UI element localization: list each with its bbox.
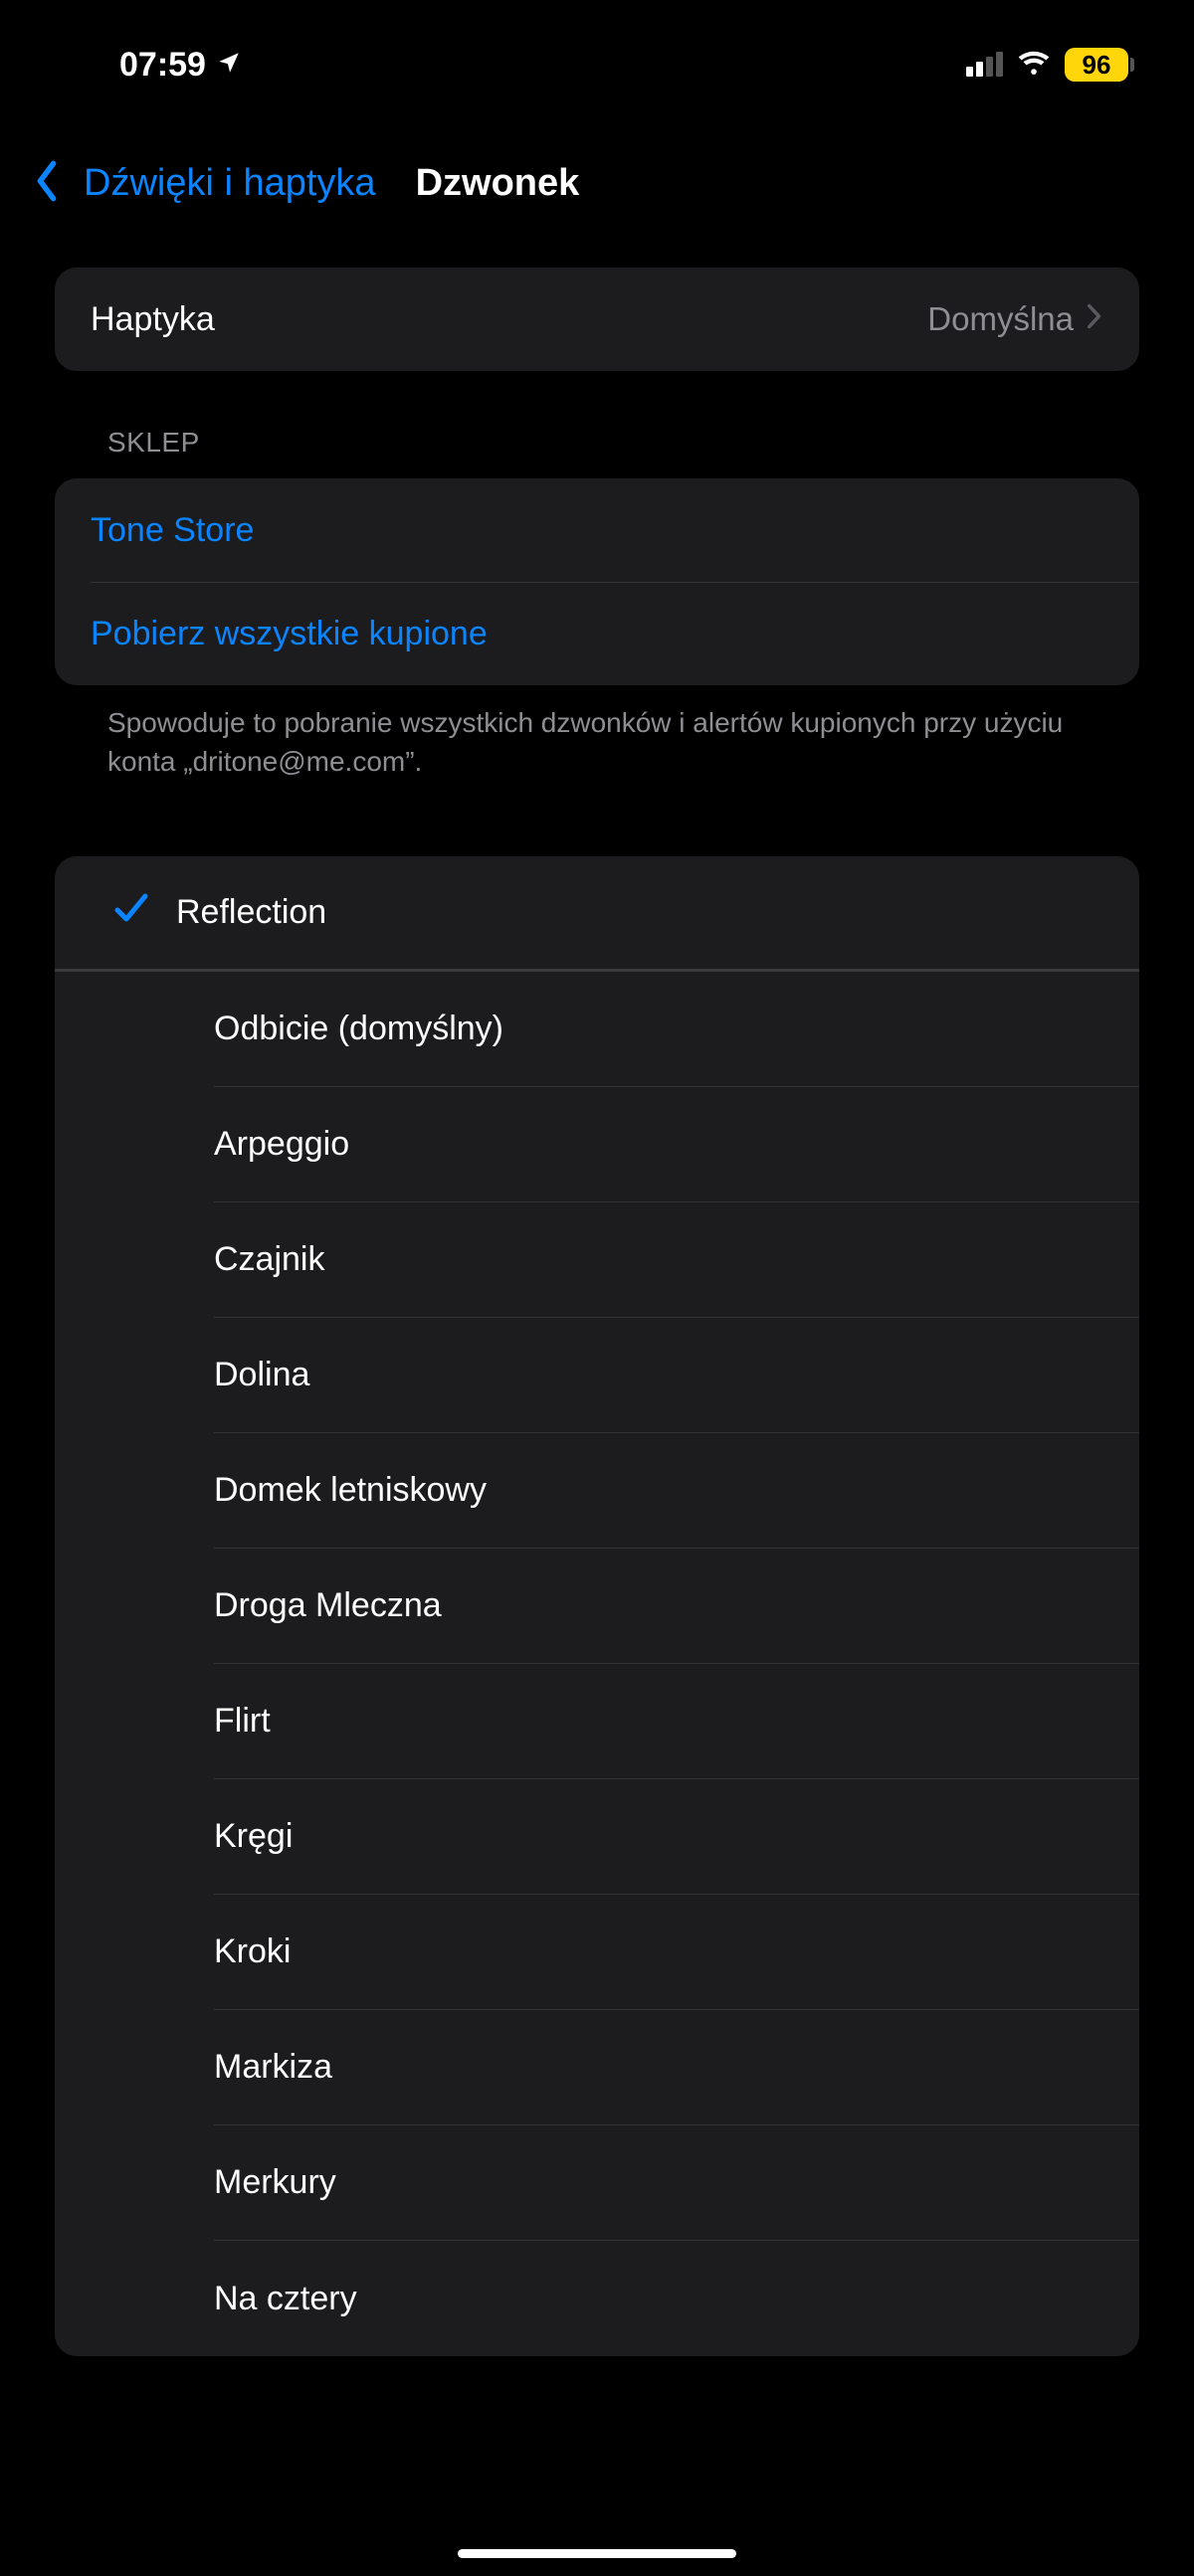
ringtone-item[interactable]: Domek letniskowy	[214, 1433, 1139, 1549]
page-title: Dzwonek	[416, 162, 580, 205]
ringtone-label: Droga Mleczna	[214, 1586, 442, 1625]
store-footer: Spowoduje to pobranie wszystkich dzwonkó…	[107, 703, 1104, 781]
ringtone-label: Merkury	[214, 2163, 336, 2202]
checkmark-icon	[111, 888, 151, 937]
ringtone-label: Na cztery	[214, 2280, 357, 2318]
ringtone-label: Kroki	[214, 1932, 291, 1971]
ringtone-item[interactable]: Flirt	[214, 1664, 1139, 1779]
ringtone-item[interactable]: Na cztery	[214, 2241, 1139, 2356]
ringtone-item[interactable]: Kręgi	[214, 1779, 1139, 1895]
ringtone-item[interactable]: Kroki	[214, 1895, 1139, 2010]
ringtone-item[interactable]: Odbicie (domyślny)	[214, 972, 1139, 1087]
ringtone-label: Domek letniskowy	[214, 1471, 487, 1510]
ringtone-item[interactable]: Markiza	[214, 2010, 1139, 2125]
back-button[interactable]	[30, 159, 64, 208]
cellular-icon	[966, 53, 1003, 77]
ringtone-selected-row[interactable]: Reflection	[55, 856, 1139, 969]
ringtone-label: Czajnik	[214, 1240, 324, 1279]
chevron-right-icon	[1086, 300, 1103, 339]
ringtone-label: Markiza	[214, 2048, 332, 2087]
ringtone-label: Kręgi	[214, 1817, 293, 1856]
ringtone-label: Odbicie (domyślny)	[214, 1010, 503, 1048]
status-left: 07:59	[119, 46, 242, 85]
tone-store-row[interactable]: Tone Store	[55, 478, 1139, 582]
download-all-row[interactable]: Pobierz wszystkie kupione	[91, 582, 1139, 685]
ringtone-selected-label: Reflection	[176, 893, 326, 932]
haptics-label: Haptyka	[91, 300, 927, 339]
ringtone-item[interactable]: Arpeggio	[214, 1087, 1139, 1202]
ringtone-item[interactable]: Merkury	[214, 2125, 1139, 2241]
location-icon	[216, 46, 242, 85]
ringtone-group: Reflection Odbicie (domyślny) Arpeggio C…	[55, 856, 1139, 2356]
ringtone-label: Arpeggio	[214, 1125, 349, 1164]
home-indicator[interactable]	[458, 2549, 736, 2558]
store-group: Tone Store Pobierz wszystkie kupione	[55, 478, 1139, 685]
haptics-value: Domyślna	[927, 300, 1074, 338]
status-time: 07:59	[119, 46, 206, 85]
nav-header: Dźwięki i haptyka Dzwonek	[0, 99, 1194, 248]
ringtone-item[interactable]: Droga Mleczna	[214, 1549, 1139, 1664]
haptics-row[interactable]: Haptyka Domyślna	[55, 268, 1139, 371]
battery-level: 96	[1065, 48, 1128, 83]
tone-store-label: Tone Store	[91, 511, 1103, 550]
status-bar: 07:59 96	[0, 0, 1194, 99]
ringtone-label: Dolina	[214, 1356, 309, 1394]
haptics-group: Haptyka Domyślna	[55, 268, 1139, 371]
back-label[interactable]: Dźwięki i haptyka	[84, 162, 376, 205]
ringtone-label: Flirt	[214, 1702, 271, 1741]
wifi-icon	[1017, 49, 1051, 82]
status-right: 96	[966, 48, 1134, 83]
battery-indicator: 96	[1065, 48, 1134, 83]
store-header: SKLEP	[107, 427, 1194, 459]
ringtone-item[interactable]: Czajnik	[214, 1202, 1139, 1318]
download-all-label: Pobierz wszystkie kupione	[91, 615, 1103, 653]
ringtone-item[interactable]: Dolina	[214, 1318, 1139, 1433]
